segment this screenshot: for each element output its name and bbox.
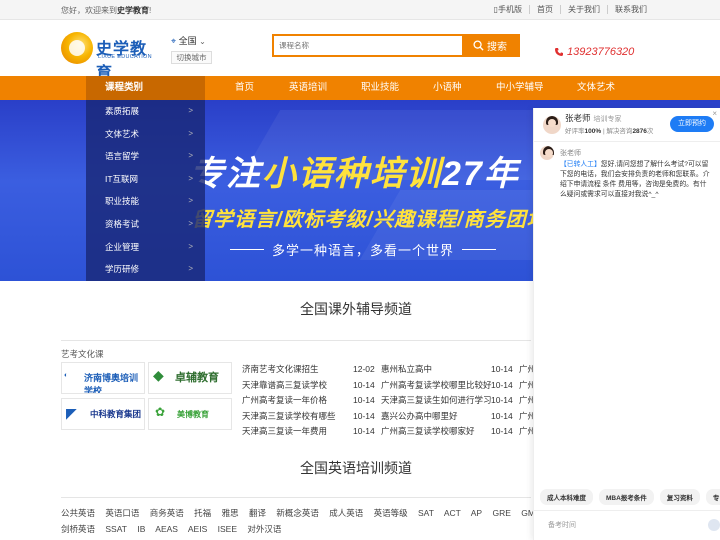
search-button[interactable]: 搜索 xyxy=(462,36,518,55)
tag-link[interactable]: 公共英语 xyxy=(61,508,95,518)
section-title-tutoring: 全国课外辅导频道 xyxy=(300,301,412,317)
banner-headline: 专注小语种培训27年 xyxy=(190,155,520,193)
banner-slogan: 多学一种语言，多看一个世界 xyxy=(230,240,497,259)
tag-link[interactable]: 成人英语 xyxy=(329,508,363,518)
category-item[interactable]: 职业技能 xyxy=(86,190,205,213)
welcome-text: 您好，欢迎来到史学教育! xyxy=(61,6,152,15)
chat-message: 【已转人工】您好,请问您想了解什么考试?可以留下您的电话，我们会安排负责的老师和… xyxy=(560,161,710,198)
send-icon[interactable] xyxy=(708,519,720,531)
about-link[interactable]: 关于我们 xyxy=(560,5,607,14)
agent-avatar xyxy=(543,116,561,134)
city-selector[interactable]: ⌖ 全国 ⌄ xyxy=(171,34,206,47)
chat-header: 张老师 培训专家 好评率100% | 解决咨询2876次 立即预约 × xyxy=(534,108,720,142)
tag-link[interactable]: 商务英语 xyxy=(150,508,184,518)
chat-widget: 张老师 培训专家 好评率100% | 解决咨询2876次 立即预约 × 张老师 【… xyxy=(533,108,720,540)
book-now-button[interactable]: 立即预约 xyxy=(670,116,714,132)
top-bar: 您好，欢迎来到史学教育! ▯手机版 首页 关于我们 联系我们 xyxy=(0,0,720,20)
tag-link[interactable]: AEIS xyxy=(188,524,207,534)
tag-link[interactable]: 对外汉语 xyxy=(247,524,281,534)
main-nav: 课程类别 首页 英语培训 职业技能 小语种 中小学辅导 文体艺术 xyxy=(0,76,720,100)
list-item[interactable]: 天津高三复读一年费用 10-14 广州高三复读学校哪家好 10-14 广州 xyxy=(242,424,536,440)
logo-english: LIXUE EDUCATION xyxy=(98,54,152,60)
list-item[interactable]: 济南艺考文化课招生 12-02 惠州私立高中 10-14 广州 xyxy=(242,362,536,378)
school-logo[interactable]: ◤ 中科教育集团 xyxy=(61,398,145,430)
contact-link[interactable]: 联系我们 xyxy=(607,5,654,14)
category-item[interactable]: 素质拓展 xyxy=(86,100,205,123)
nav-item-arts-sports[interactable]: 文体艺术 xyxy=(577,76,615,100)
section-title-english: 全国英语培训频道 xyxy=(300,460,412,476)
logo-emblem-icon xyxy=(61,32,93,64)
nav-item-minor-language[interactable]: 小语种 xyxy=(433,76,462,100)
tag-link[interactable]: 英语口语 xyxy=(105,508,139,518)
site-logo[interactable]: 史学教育 LIXUE EDUCATION xyxy=(61,32,161,82)
category-item[interactable]: 企业管理 xyxy=(86,236,205,259)
list-item[interactable]: 广州高考复读一年价格 10-14 天津高三复读生如何进行学习 10-14 广州 xyxy=(242,393,536,409)
close-icon[interactable]: × xyxy=(712,109,717,118)
agent-name: 张老师 培训专家 xyxy=(565,113,622,123)
phone-icon xyxy=(555,48,563,56)
tag-link[interactable]: AEAS xyxy=(155,524,178,534)
search-icon xyxy=(473,40,484,51)
tag-link[interactable]: 新概念英语 xyxy=(276,508,319,518)
phone-number: 13923776320 xyxy=(567,46,635,58)
course-category-label[interactable]: 课程类别 xyxy=(86,76,205,100)
message-avatar xyxy=(540,146,554,160)
school-logo[interactable]: ◆ 卓辅教育 xyxy=(148,362,232,394)
search-input[interactable] xyxy=(274,36,462,55)
list-item[interactable]: 天津高三复读学校有哪些 10-14 嘉兴公办高中哪里好 10-14 广州 xyxy=(242,409,536,425)
category-item[interactable]: 语言留学 xyxy=(86,145,205,168)
nav-item-k12[interactable]: 中小学辅导 xyxy=(496,76,544,100)
school-logos: ◐ 济南博奥培训学校 ◆ 卓辅教育 ◤ 中科教育集团 ✿ 美博教育 xyxy=(61,362,235,432)
tag-link[interactable]: ISEE xyxy=(218,524,237,534)
message-sender: 张老师 xyxy=(560,150,581,157)
quick-reply-chip[interactable]: 成人本科难度 xyxy=(540,489,593,505)
chevron-down-icon: ⌄ xyxy=(199,37,206,46)
tag-link[interactable]: 托福 xyxy=(194,508,211,518)
category-item[interactable]: IT互联网 xyxy=(86,168,205,191)
nav-item-home[interactable]: 首页 xyxy=(235,76,254,100)
category-item[interactable]: 资格考试 xyxy=(86,213,205,236)
chat-input-placeholder: 备考时间 xyxy=(548,522,576,529)
banner-subheadline: 留学语言/欧标考级/兴趣课程/商务团培 xyxy=(192,209,548,231)
tag-link[interactable]: 翻译 xyxy=(249,508,266,518)
nav-item-vocational[interactable]: 职业技能 xyxy=(361,76,399,100)
tag-link[interactable]: SSAT xyxy=(105,524,127,534)
quick-reply-chip[interactable]: 复习资料 xyxy=(659,489,700,505)
tag-link[interactable]: 雅思 xyxy=(222,508,239,518)
english-tags: 公共英语 英语口语 商务英语 托福 雅思 翻译 新概念英语 成人英语 英语等级 … xyxy=(61,505,545,537)
mobile-link[interactable]: ▯手机版 xyxy=(487,5,529,14)
category-art-exam[interactable]: 艺考文化课 xyxy=(61,348,104,360)
chat-input[interactable]: 备考时间 xyxy=(534,510,720,540)
quick-replies: 成人本科难度 MBA报考条件 复习资料 专 xyxy=(534,489,720,505)
location-pin-icon: ⌖ xyxy=(171,36,177,46)
agent-rating: 好评率100% | 解决咨询2876次 xyxy=(565,128,654,135)
home-link[interactable]: 首页 xyxy=(529,5,560,14)
tag-link[interactable]: 剑桥英语 xyxy=(61,524,95,534)
category-item[interactable]: 文体艺术 xyxy=(86,123,205,146)
school-logo[interactable]: ◐ 济南博奥培训学校 xyxy=(61,362,145,394)
tag-link[interactable]: 英语等级 xyxy=(374,508,408,518)
nav-item-english[interactable]: 英语培训 xyxy=(289,76,327,100)
tag-link[interactable]: ACT xyxy=(444,508,461,518)
category-menu: 素质拓展 文体艺术 语言留学 IT互联网 职业技能 资格考试 企业管理 学历研修 xyxy=(86,100,205,281)
school-logo[interactable]: ✿ 美博教育 xyxy=(148,398,232,430)
list-item[interactable]: 天津靠谱高三复读学校 10-14 广州高考复读学校哪里比较好 10-14 广州 xyxy=(242,378,536,394)
quick-reply-chip[interactable]: MBA报考条件 xyxy=(599,489,654,505)
quick-reply-chip[interactable]: 专 xyxy=(705,489,720,505)
hotline: 13923776320 xyxy=(554,46,634,58)
tag-link[interactable]: GRE xyxy=(492,508,510,518)
tag-link[interactable]: AP xyxy=(471,508,482,518)
top-links: ▯手机版 首页 关于我们 联系我们 xyxy=(487,5,654,14)
current-city: 全国 xyxy=(178,36,197,46)
category-item[interactable]: 学历研修 xyxy=(86,258,205,281)
search-bar: 搜索 xyxy=(272,34,520,57)
news-list: 济南艺考文化课招生 12-02 惠州私立高中 10-14 广州 天津靠谱高三复读学校 10… xyxy=(242,362,536,440)
tag-link[interactable]: IB xyxy=(137,524,145,534)
tag-link[interactable]: SAT xyxy=(418,508,434,518)
switch-city-button[interactable]: 切换城市 xyxy=(171,51,212,64)
